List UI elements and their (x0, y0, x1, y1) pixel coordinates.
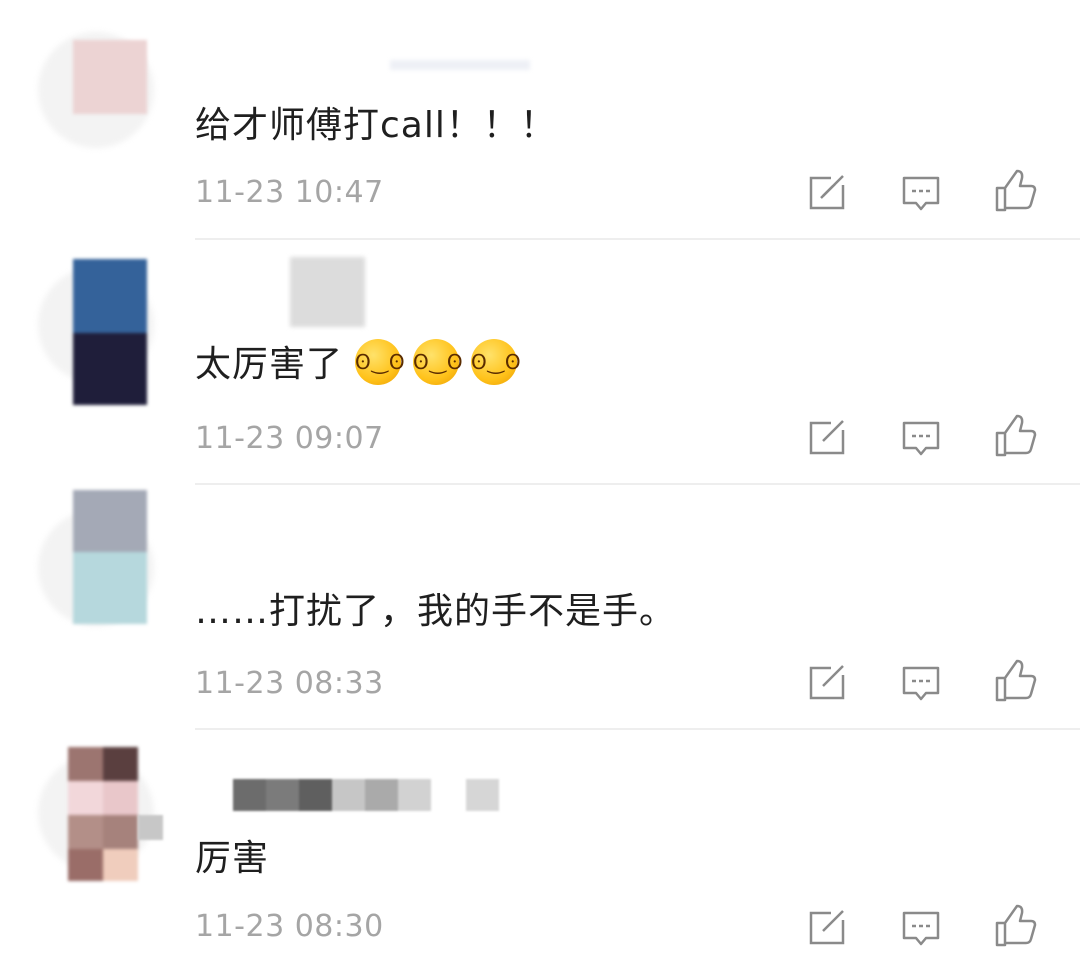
share-icon[interactable] (805, 660, 851, 706)
divider (195, 238, 1080, 240)
comment-text-content: 给才师傅打call！！！ (195, 105, 557, 146)
like-icon[interactable] (992, 413, 1038, 459)
comment-text-content: ……打扰了，我的手不是手。 (195, 591, 677, 632)
reply-icon[interactable] (898, 905, 944, 951)
avatar[interactable] (38, 245, 158, 405)
comment-time: 11-23 08:33 (195, 666, 384, 701)
comment-time: 11-23 09:07 (195, 421, 384, 456)
comment-item: ……打扰了，我的手不是手。 11-23 08:33 (0, 490, 1080, 735)
comment-text: ……打扰了，我的手不是手。 (195, 582, 676, 634)
username-blurred[interactable] (290, 257, 365, 327)
comment-text: 厉害 (195, 829, 269, 881)
username-blurred[interactable] (233, 779, 499, 811)
emoji-grin-icon: ʘ‿ʘ (471, 339, 521, 385)
comment-text-content: 太厉害了 (195, 344, 344, 385)
comment-time: 11-23 08:30 (195, 909, 384, 944)
share-icon[interactable] (805, 415, 851, 461)
comment-item: 给才师傅打call！！！ 11-23 10:47 (0, 0, 1080, 245)
comment-text: 给才师傅打call！！！ (195, 96, 557, 148)
share-icon[interactable] (805, 170, 851, 216)
avatar[interactable] (38, 0, 158, 150)
share-icon[interactable] (805, 905, 851, 951)
username-blurred[interactable] (390, 60, 530, 70)
comment-text: 太厉害了 ʘ‿ʘ ʘ‿ʘ ʘ‿ʘ (195, 335, 521, 389)
emoji-grin-icon: ʘ‿ʘ (355, 339, 405, 385)
reply-icon[interactable] (898, 170, 944, 216)
like-icon[interactable] (992, 658, 1038, 704)
divider (195, 728, 1080, 730)
comment-item: 厉害 11-23 08:30 (0, 735, 1080, 980)
reply-icon[interactable] (898, 660, 944, 706)
divider (195, 483, 1080, 485)
like-icon[interactable] (992, 903, 1038, 949)
avatar[interactable] (38, 735, 163, 885)
emoji-grin-icon: ʘ‿ʘ (413, 339, 463, 385)
comment-time: 11-23 10:47 (195, 175, 384, 210)
like-icon[interactable] (992, 168, 1038, 214)
comment-item: 太厉害了 ʘ‿ʘ ʘ‿ʘ ʘ‿ʘ 11-23 09:07 (0, 245, 1080, 490)
reply-icon[interactable] (898, 415, 944, 461)
avatar[interactable] (38, 490, 158, 640)
comment-text-content: 厉害 (195, 838, 270, 879)
